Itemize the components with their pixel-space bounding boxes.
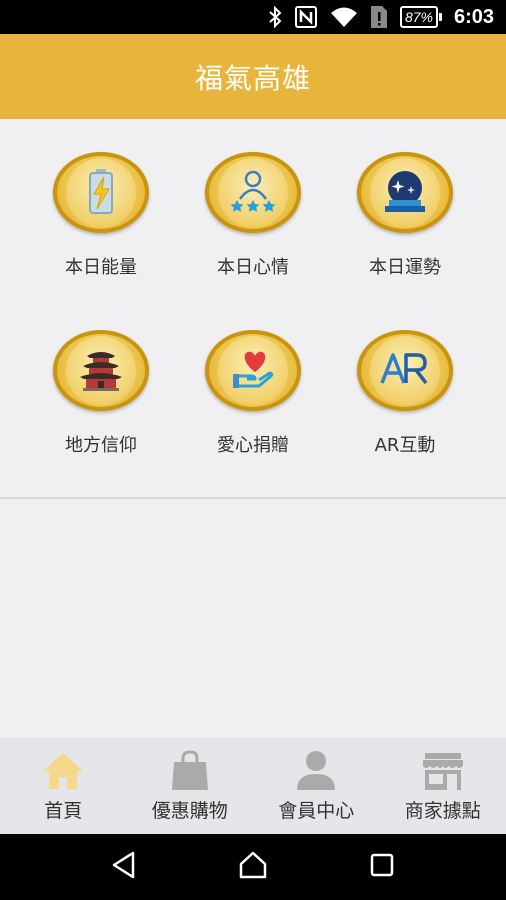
tile-daily-mood[interactable]: 本日心情 [183, 119, 323, 279]
temple-icon [77, 346, 125, 396]
nav-label: 優惠購物 [151, 800, 228, 822]
tile-label: 本日運勢 [369, 257, 441, 278]
tile-label: 愛心捐贈 [217, 435, 289, 456]
coin-badge [53, 330, 149, 411]
home-icon [41, 750, 85, 792]
sim-alert-icon [370, 5, 388, 29]
coin-badge [357, 152, 453, 233]
crystal-ball-icon [381, 168, 429, 218]
back-button[interactable] [94, 842, 154, 892]
home-circle-icon [238, 850, 268, 884]
coin-badge [53, 152, 149, 233]
mood-stars-icon [229, 169, 277, 217]
main-content: 本日能量 本日心情 本日運勢 地方信仰 愛心捐贈 AR互動 [0, 119, 506, 738]
nav-item-home[interactable]: 首頁 [0, 738, 127, 834]
heart-hand-icon [229, 346, 277, 396]
wifi-icon [330, 6, 358, 28]
battery-icon: 87% [399, 6, 442, 28]
back-icon [111, 851, 137, 883]
recents-icon [370, 853, 394, 881]
coin-badge [205, 330, 301, 411]
tile-label: 地方信仰 [65, 435, 137, 456]
status-clock: 6:03 [453, 5, 494, 28]
ar-icon [379, 351, 431, 391]
status-bar: 87% 6:03 [0, 0, 506, 34]
tile-label: 本日心情 [217, 257, 289, 278]
tile-charity-donation[interactable]: 愛心捐贈 [183, 297, 323, 457]
feature-grid: 本日能量 本日心情 本日運勢 地方信仰 愛心捐贈 AR互動 [0, 119, 506, 499]
bottom-nav: 首頁 優惠購物 會員中心 商家據點 [0, 738, 506, 834]
page-title: 福氣高雄 [194, 61, 311, 95]
tile-daily-energy[interactable]: 本日能量 [31, 119, 171, 279]
nav-label: 首頁 [44, 800, 83, 822]
nav-label: 商家據點 [404, 800, 481, 822]
nav-item-shopping[interactable]: 優惠購物 [127, 738, 254, 834]
bluetooth-icon [268, 6, 282, 28]
recents-button[interactable] [352, 842, 412, 892]
section-divider [0, 497, 506, 499]
coin-badge [357, 330, 453, 411]
nav-item-stores[interactable]: 商家據點 [380, 738, 506, 834]
shopping-bag-icon [170, 750, 210, 792]
store-icon [421, 750, 465, 792]
nav-label: 會員中心 [278, 800, 355, 822]
battery-energy-icon [83, 167, 119, 219]
system-nav-bar [0, 834, 506, 900]
nav-item-member[interactable]: 會員中心 [253, 738, 380, 834]
coin-badge [205, 152, 301, 233]
tile-ar-interaction[interactable]: AR互動 [335, 297, 475, 457]
tile-label: 本日能量 [65, 257, 137, 278]
tile-daily-fortune[interactable]: 本日運勢 [335, 119, 475, 279]
app-header: 福氣高雄 [0, 34, 506, 119]
tile-local-faith[interactable]: 地方信仰 [31, 297, 171, 457]
battery-percent: 87% [399, 6, 438, 28]
tile-label: AR互動 [374, 435, 436, 456]
nfc-icon [294, 5, 318, 29]
user-icon [295, 750, 337, 792]
home-system-button[interactable] [223, 842, 283, 892]
